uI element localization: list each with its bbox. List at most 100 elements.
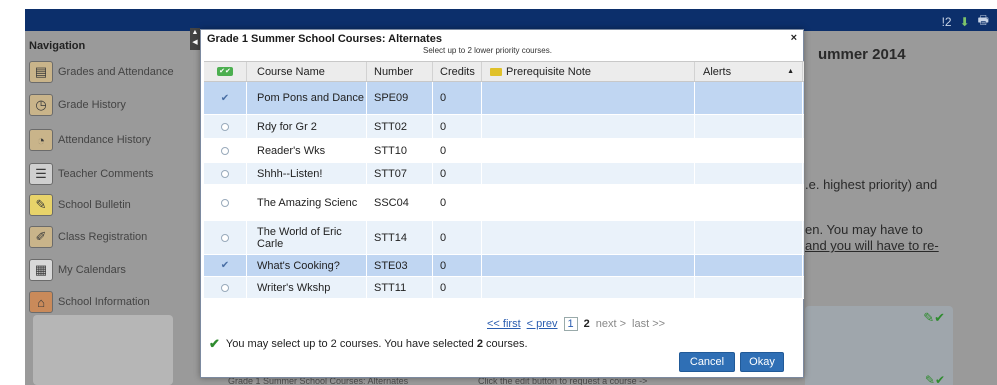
page-1-link[interactable]: 1 [563,317,578,331]
prev-page-link[interactable]: < prev [527,318,558,330]
table-row[interactable]: Rdy for Gr 2 STT02 0 [204,115,804,139]
bulletin-icon: ✎ [29,194,53,216]
sidebar-item-label: School Information [58,296,150,308]
course-number: STT07 [367,163,433,184]
sidebar: Navigation ▤ Grades and Attendance ◷ Gra… [25,31,185,385]
download-icon[interactable]: ⬇ [960,15,970,29]
next-page-link: next > [595,318,627,330]
table-row[interactable]: The World of Eric Carle STT14 0 [204,221,804,255]
course-credits: 0 [433,163,482,184]
table-row[interactable]: Shhh--Listen! STT07 0 [204,163,804,185]
close-icon[interactable]: × [791,32,797,44]
column-header-prereq[interactable]: Prerequisite Note [482,62,695,81]
edit-check-icon[interactable]: ✎✔ [923,310,945,326]
check-icon: ✔ [209,336,220,351]
print-icon[interactable]: 🖶 [978,11,989,32]
alerts-cell [695,115,803,138]
checkbox[interactable] [221,233,229,242]
sidebar-item-label: Attendance History [58,134,151,146]
checkbox[interactable] [221,146,229,155]
prereq-cell [482,82,695,114]
select-column-header[interactable]: ✔✔ [204,62,247,81]
sidebar-panel [33,315,173,385]
course-credits: 0 [433,139,482,162]
dialog-subtitle: Select up to 2 lower priority courses. [423,46,552,55]
sidebar-item-teacher-comments[interactable]: ☰ Teacher Comments [29,163,179,185]
checkbox[interactable] [221,122,229,131]
sidebar-item-class-registration[interactable]: ✐ Class Registration [29,226,179,248]
column-header-credits[interactable]: Credits [433,62,482,81]
last-page-link: last >> [632,318,666,330]
checkbox[interactable] [221,169,229,178]
course-credits: 0 [433,82,482,114]
background-text: .e. highest priority) and [805,177,938,192]
table-row[interactable]: The Amazing Scienc SSC04 0 [204,185,804,221]
course-credits: 0 [433,115,482,138]
cancel-button[interactable]: Cancel [679,352,735,372]
course-name: Writer's Wkshp [247,277,367,298]
background-text: and you will have to re- [805,238,939,253]
pagination: << first < prev 1 2 next > last >> [487,317,665,331]
edit-check-icon[interactable]: ✎✔ [925,373,945,385]
background-text: en. You may have to [805,222,923,237]
check-all-icon: ✔✔ [217,67,233,76]
table-header: ✔✔ Course Name Number Credits Prerequisi… [204,61,804,82]
calendar-icon: ▦ [29,259,53,281]
school-icon: ⌂ [29,291,53,313]
sidebar-item-attendance-history[interactable]: ◔ Attendance History [29,129,179,151]
sidebar-item-my-calendars[interactable]: ▦ My Calendars [29,259,179,281]
course-number: STE03 [367,255,433,276]
top-tools: !2 ⬇ 🖶 [942,11,989,32]
alerts-cell [695,163,803,184]
attendance-icon: ◔ [29,129,53,151]
sidebar-item-grade-history[interactable]: ◷ Grade History [29,94,179,116]
sidebar-item-grades[interactable]: ▤ Grades and Attendance [29,61,179,83]
prereq-cell [482,139,695,162]
sidebar-item-school-information[interactable]: ⌂ School Information [29,291,179,313]
course-number: SPE09 [367,82,433,114]
dialog-title: Grade 1 Summer School Courses: Alternate… [207,33,442,45]
table-row[interactable]: ✔ Pom Pons and Dance SPE09 0 [204,82,804,115]
first-page-link[interactable]: << first [487,318,521,330]
alerts-label: Alerts [703,65,732,78]
column-header-number[interactable]: Number [367,62,433,81]
selection-message: ✔ You may select up to 2 courses. You ha… [209,336,528,352]
prereq-cell [482,185,695,220]
column-header-alerts[interactable]: Alerts ▲ [695,62,803,81]
prereq-label: Prerequisite Note [506,65,591,78]
collapse-tab[interactable]: ▲ ◀ [190,28,200,50]
nav-title: Navigation [29,40,86,52]
sidebar-item-label: Grade History [58,99,126,111]
background-card: ✎✔ [805,372,953,385]
table-row[interactable]: Writer's Wkshp STT11 0 [204,277,804,299]
alerts-cell [695,82,803,114]
course-credits: 0 [433,221,482,254]
message-text-end: courses. [482,338,528,350]
sort-up-icon: ▲ [787,68,794,75]
sidebar-item-label: Teacher Comments [58,168,154,180]
column-header-course-name[interactable]: Course Name [247,62,367,81]
course-number: STT02 [367,115,433,138]
course-table: ✔✔ Course Name Number Credits Prerequisi… [204,61,804,299]
okay-button[interactable]: Okay [740,352,784,372]
prereq-cell [482,221,695,254]
alerts-cell [695,139,803,162]
checkbox[interactable]: ✔ [221,260,229,271]
alert-count[interactable]: !2 [942,15,952,29]
sidebar-item-label: Class Registration [58,231,148,243]
course-name: Shhh--Listen! [247,163,367,184]
table-row[interactable]: Reader's Wks STT10 0 [204,139,804,163]
prereq-cell [482,255,695,276]
alerts-cell [695,185,803,220]
table-row[interactable]: ✔ What's Cooking? STE03 0 [204,255,804,277]
checkbox[interactable] [221,283,229,292]
alerts-cell [695,277,803,298]
sidebar-item-school-bulletin[interactable]: ✎ School Bulletin [29,194,179,216]
course-credits: 0 [433,185,482,220]
note-icon [490,67,502,76]
checkbox[interactable] [221,198,229,207]
message-text: You may select up to 2 courses. You have… [225,338,477,350]
prereq-cell [482,277,695,298]
course-name: Pom Pons and Dance [247,82,367,114]
checkbox[interactable]: ✔ [221,93,229,104]
